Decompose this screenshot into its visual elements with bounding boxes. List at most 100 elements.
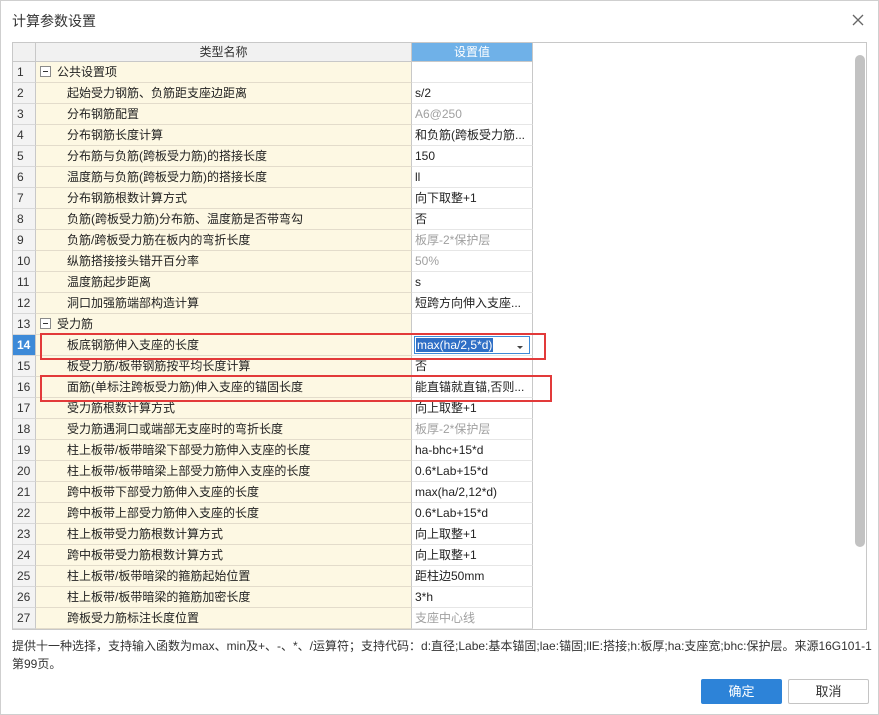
param-value-cell[interactable]: 150	[412, 146, 533, 167]
table-row[interactable]: 5 分布筋与负筋(跨板受力筋)的搭接长度 150	[13, 146, 533, 167]
table-row[interactable]: 24 跨中板带受力筋根数计算方式 向上取整+1	[13, 545, 533, 566]
vertical-scrollbar[interactable]	[855, 55, 865, 547]
param-name-cell[interactable]: 负筋/跨板受力筋在板内的弯折长度	[36, 230, 412, 251]
param-name-cell[interactable]: 柱上板带/板带暗梁的箍筋起始位置	[36, 566, 412, 587]
param-value-cell[interactable]: 否	[412, 209, 533, 230]
param-value-cell[interactable]: 支座中心线	[412, 608, 533, 629]
param-name-cell[interactable]: 分布筋与负筋(跨板受力筋)的搭接长度	[36, 146, 412, 167]
param-value-cell[interactable]	[412, 314, 533, 335]
param-value-cell[interactable]: 距柱边50mm	[412, 566, 533, 587]
table-row[interactable]: 11 温度筋起步距离 s	[13, 272, 533, 293]
table-row[interactable]: 6 温度筋与负筋(跨板受力筋)的搭接长度 ll	[13, 167, 533, 188]
param-name-cell[interactable]: 柱上板带/板带暗梁的箍筋加密长度	[36, 587, 412, 608]
param-name-cell[interactable]: 跨中板带上部受力筋伸入支座的长度	[36, 503, 412, 524]
param-name-cell[interactable]: 负筋(跨板受力筋)分布筋、温度筋是否带弯勾	[36, 209, 412, 230]
param-name-cell[interactable]: 柱上板带受力筋根数计算方式	[36, 524, 412, 545]
row-number: 3	[13, 104, 36, 125]
header-value[interactable]: 设置值	[412, 43, 533, 62]
param-name-cell[interactable]: 公共设置项	[36, 62, 412, 83]
param-name-cell[interactable]: 纵筋搭接接头错开百分率	[36, 251, 412, 272]
table-row[interactable]: 1 公共设置项	[13, 62, 533, 83]
param-name-cell[interactable]: 受力筋根数计算方式	[36, 398, 412, 419]
param-name-cell[interactable]: 面筋(单标注跨板受力筋)伸入支座的锚固长度	[36, 377, 412, 398]
row-number: 13	[13, 314, 36, 335]
table-row[interactable]: 27 跨板受力筋标注长度位置 支座中心线	[13, 608, 533, 629]
param-value-cell[interactable]: A6@250	[412, 104, 533, 125]
row-number: 8	[13, 209, 36, 230]
param-name-cell[interactable]: 温度筋起步距离	[36, 272, 412, 293]
param-name-label: 板受力筋/板带钢筋按平均长度计算	[67, 359, 251, 373]
param-name-cell[interactable]: 受力筋遇洞口或端部无支座时的弯折长度	[36, 419, 412, 440]
param-value-cell[interactable]: 板厚-2*保护层	[412, 419, 533, 440]
param-value-cell[interactable]: 能直锚就直锚,否则...	[412, 377, 533, 398]
table-row[interactable]: 15 板受力筋/板带钢筋按平均长度计算 否	[13, 356, 533, 377]
param-value-cell[interactable]: 0.6*Lab+15*d	[412, 461, 533, 482]
param-value-text: A6@250	[415, 107, 462, 121]
collapse-icon[interactable]	[40, 66, 51, 77]
table-row[interactable]: 14 板底钢筋伸入支座的长度 max(ha/2,5*d)	[13, 335, 533, 356]
param-name-cell[interactable]: 分布钢筋配置	[36, 104, 412, 125]
table-row[interactable]: 2 起始受力钢筋、负筋距支座边距离 s/2	[13, 83, 533, 104]
table-row[interactable]: 13 受力筋	[13, 314, 533, 335]
collapse-icon[interactable]	[40, 318, 51, 329]
param-name-cell[interactable]: 板受力筋/板带钢筋按平均长度计算	[36, 356, 412, 377]
table-row[interactable]: 10 纵筋搭接接头错开百分率 50%	[13, 251, 533, 272]
row-number: 11	[13, 272, 36, 293]
param-value-cell[interactable]: max(ha/2,5*d)	[412, 335, 533, 356]
dropdown-arrow-icon[interactable]	[514, 339, 526, 351]
param-value-cell[interactable]: 向上取整+1	[412, 545, 533, 566]
close-icon[interactable]	[848, 10, 868, 30]
param-name-cell[interactable]: 洞口加强筋端部构造计算	[36, 293, 412, 314]
table-row[interactable]: 8 负筋(跨板受力筋)分布筋、温度筋是否带弯勾 否	[13, 209, 533, 230]
param-value-cell[interactable]	[412, 62, 533, 83]
param-name-cell[interactable]: 跨板受力筋标注长度位置	[36, 608, 412, 629]
table-row[interactable]: 20 柱上板带/板带暗梁上部受力筋伸入支座的长度 0.6*Lab+15*d	[13, 461, 533, 482]
param-value-cell[interactable]: max(ha/2,12*d)	[412, 482, 533, 503]
table-row[interactable]: 21 跨中板带下部受力筋伸入支座的长度 max(ha/2,12*d)	[13, 482, 533, 503]
param-value-cell[interactable]: 0.6*Lab+15*d	[412, 503, 533, 524]
param-value-cell[interactable]: s	[412, 272, 533, 293]
param-name-cell[interactable]: 跨中板带下部受力筋伸入支座的长度	[36, 482, 412, 503]
table-row[interactable]: 7 分布钢筋根数计算方式 向下取整+1	[13, 188, 533, 209]
param-name-cell[interactable]: 受力筋	[36, 314, 412, 335]
table-row[interactable]: 12 洞口加强筋端部构造计算 短跨方向伸入支座...	[13, 293, 533, 314]
param-value-cell[interactable]: 向上取整+1	[412, 524, 533, 545]
table-row[interactable]: 9 负筋/跨板受力筋在板内的弯折长度 板厚-2*保护层	[13, 230, 533, 251]
table-row[interactable]: 16 面筋(单标注跨板受力筋)伸入支座的锚固长度 能直锚就直锚,否则...	[13, 377, 533, 398]
param-value-cell[interactable]: s/2	[412, 83, 533, 104]
param-value-cell[interactable]: 50%	[412, 251, 533, 272]
table-row[interactable]: 19 柱上板带/板带暗梁下部受力筋伸入支座的长度 ha-bhc+15*d	[13, 440, 533, 461]
table-row[interactable]: 25 柱上板带/板带暗梁的箍筋起始位置 距柱边50mm	[13, 566, 533, 587]
param-value-cell[interactable]: ha-bhc+15*d	[412, 440, 533, 461]
param-name-cell[interactable]: 柱上板带/板带暗梁下部受力筋伸入支座的长度	[36, 440, 412, 461]
header-type-name[interactable]: 类型名称	[36, 43, 412, 62]
param-value-cell[interactable]: 3*h	[412, 587, 533, 608]
param-value-cell[interactable]: 向上取整+1	[412, 398, 533, 419]
param-value-cell[interactable]: 板厚-2*保护层	[412, 230, 533, 251]
param-name-label: 温度筋起步距离	[67, 275, 152, 289]
param-value-cell[interactable]: 向下取整+1	[412, 188, 533, 209]
ok-button[interactable]: 确定	[701, 679, 782, 704]
param-name-cell[interactable]: 柱上板带/板带暗梁上部受力筋伸入支座的长度	[36, 461, 412, 482]
table-row[interactable]: 17 受力筋根数计算方式 向上取整+1	[13, 398, 533, 419]
param-value-cell[interactable]: 和负筋(跨板受力筋...	[412, 125, 533, 146]
param-value-cell[interactable]: ll	[412, 167, 533, 188]
param-name-cell[interactable]: 温度筋与负筋(跨板受力筋)的搭接长度	[36, 167, 412, 188]
param-name-cell[interactable]: 分布钢筋根数计算方式	[36, 188, 412, 209]
param-value-cell[interactable]: 短跨方向伸入支座...	[412, 293, 533, 314]
value-editor-combobox[interactable]: max(ha/2,5*d)	[414, 336, 530, 354]
table-row[interactable]: 3 分布钢筋配置 A6@250	[13, 104, 533, 125]
param-name-cell[interactable]: 分布钢筋长度计算	[36, 125, 412, 146]
param-name-cell[interactable]: 跨中板带受力筋根数计算方式	[36, 545, 412, 566]
cancel-button[interactable]: 取消	[788, 679, 869, 704]
table-row[interactable]: 23 柱上板带受力筋根数计算方式 向上取整+1	[13, 524, 533, 545]
param-value-text: 向下取整+1	[415, 191, 477, 205]
param-name-cell[interactable]: 板底钢筋伸入支座的长度	[36, 335, 412, 356]
editor-selected-text[interactable]: max(ha/2,5*d)	[416, 338, 494, 352]
table-row[interactable]: 26 柱上板带/板带暗梁的箍筋加密长度 3*h	[13, 587, 533, 608]
table-row[interactable]: 18 受力筋遇洞口或端部无支座时的弯折长度 板厚-2*保护层	[13, 419, 533, 440]
table-row[interactable]: 4 分布钢筋长度计算 和负筋(跨板受力筋...	[13, 125, 533, 146]
table-row[interactable]: 22 跨中板带上部受力筋伸入支座的长度 0.6*Lab+15*d	[13, 503, 533, 524]
param-name-cell[interactable]: 起始受力钢筋、负筋距支座边距离	[36, 83, 412, 104]
param-value-cell[interactable]: 否	[412, 356, 533, 377]
